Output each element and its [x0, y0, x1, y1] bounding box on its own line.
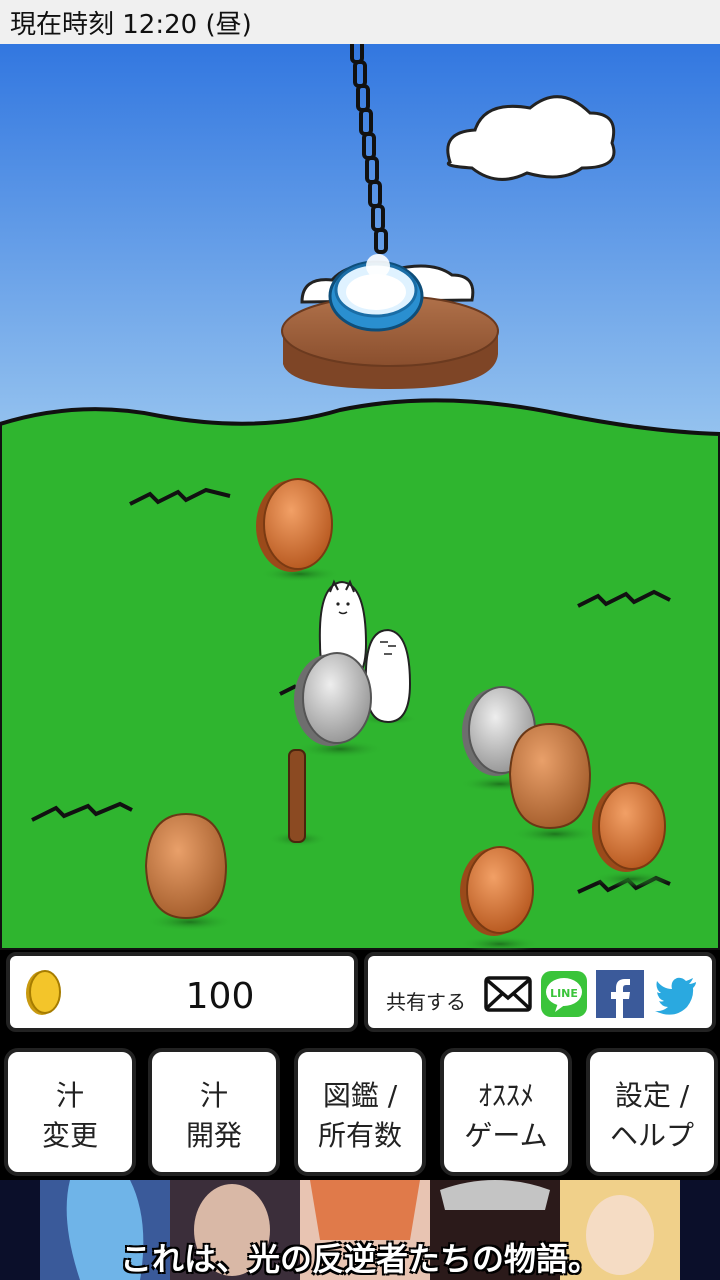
recommended-games-line2: ゲーム: [464, 1119, 548, 1152]
ad-banner[interactable]: これは、光の反逆者たちの物語。: [0, 1180, 720, 1280]
encyclopedia-line2: 所有数: [317, 1119, 402, 1152]
silver-coin[interactable]: [294, 652, 372, 746]
change-soup-line1: 汁: [55, 1079, 84, 1112]
settings-help-line1: 設定 /: [614, 1079, 690, 1112]
copper-coin[interactable]: [592, 782, 666, 872]
wooden-stick: [288, 749, 306, 843]
egg[interactable]: [508, 722, 592, 830]
coin-icon: [26, 970, 61, 1015]
recommended-games-button[interactable]: ｵｽｽﾒ ゲーム: [440, 1048, 572, 1176]
current-time-text: 現在時刻 12:20 (昼): [10, 10, 252, 40]
facebook-icon[interactable]: [596, 970, 644, 1018]
status-bar: 現在時刻 12:20 (昼): [0, 0, 720, 44]
twitter-icon[interactable]: [652, 970, 700, 1018]
copper-coin[interactable]: [256, 478, 333, 572]
develop-soup-line1: 汁: [199, 1079, 228, 1112]
copper-coin[interactable]: [460, 846, 534, 936]
mail-icon[interactable]: [484, 970, 532, 1018]
settings-help-line2: ヘルプ: [609, 1119, 694, 1152]
change-soup-line2: 変更: [41, 1119, 98, 1152]
hud: 100 共有する LINE 汁 変更 汁 開発 図鑑 / 所有数 ｵｽｽﾒ ゲー…: [0, 950, 720, 1180]
egg[interactable]: [144, 812, 228, 920]
develop-soup-line2: 開発: [185, 1119, 242, 1152]
coin-panel: 100: [6, 952, 358, 1032]
white-creature[interactable]: [364, 628, 412, 724]
share-panel: 共有する LINE: [364, 952, 716, 1032]
game-scene[interactable]: [0, 44, 720, 950]
ad-caption: これは、光の反逆者たちの物語。: [119, 1240, 600, 1278]
recommended-games-line1: ｵｽｽﾒ: [477, 1079, 534, 1112]
settings-help-button[interactable]: 設定 / ヘルプ: [586, 1048, 718, 1176]
encyclopedia-line1: 図鑑 /: [322, 1079, 398, 1112]
line-icon[interactable]: LINE: [540, 970, 588, 1018]
develop-soup-button[interactable]: 汁 開発: [148, 1048, 280, 1176]
line-icon-label: LINE: [550, 987, 578, 1000]
change-soup-button[interactable]: 汁 変更: [4, 1048, 136, 1176]
share-label: 共有する: [386, 990, 466, 1014]
coin-count: 100: [185, 976, 255, 1017]
encyclopedia-button[interactable]: 図鑑 / 所有数: [294, 1048, 426, 1176]
